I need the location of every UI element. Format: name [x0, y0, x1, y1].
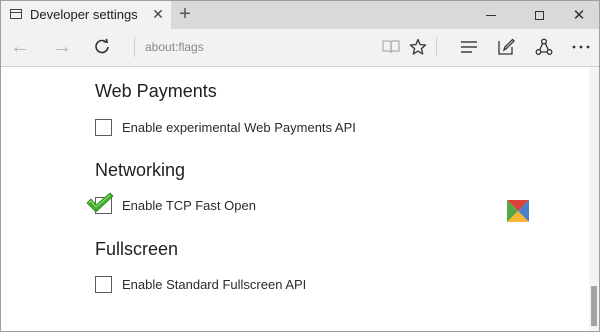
- close-button[interactable]: ✕: [557, 1, 599, 29]
- more-icon: [572, 45, 590, 49]
- new-tab-icon[interactable]: +: [177, 4, 193, 24]
- share-icon: [535, 38, 553, 55]
- hub-button[interactable]: [456, 34, 482, 60]
- web-note-button[interactable]: [493, 34, 519, 60]
- vertical-scrollbar[interactable]: [589, 67, 599, 331]
- checkbox-fullscreen[interactable]: [95, 276, 112, 293]
- refresh-button[interactable]: [89, 34, 115, 60]
- back-button[interactable]: ←: [7, 34, 33, 60]
- green-checkmark-icon: [86, 192, 114, 213]
- maximize-icon: [534, 10, 544, 20]
- tab-page-icon: [10, 9, 22, 19]
- flag-label-tcp-fast-open: Enable TCP Fast Open: [122, 198, 256, 213]
- address-bar[interactable]: about:flags: [145, 40, 204, 54]
- forward-button[interactable]: →: [49, 34, 75, 60]
- section-title-networking: Networking: [95, 160, 186, 180]
- minimize-icon: [486, 14, 496, 16]
- close-icon: ✕: [572, 6, 586, 24]
- tab-developer-settings[interactable]: Developer settings ✕: [1, 1, 171, 29]
- reading-view-button[interactable]: [378, 34, 404, 60]
- tab-title: Developer settings: [30, 7, 138, 22]
- address-separator: [134, 37, 135, 57]
- flag-label-fullscreen: Enable Standard Fullscreen API: [122, 277, 307, 292]
- hub-icon: [461, 41, 477, 53]
- reading-view-icon: [382, 40, 400, 54]
- more-button[interactable]: [568, 34, 594, 60]
- maximize-button[interactable]: [517, 1, 561, 29]
- scrollbar-thumb[interactable]: [591, 286, 597, 326]
- favorite-button[interactable]: [405, 34, 431, 60]
- back-arrow-icon: ←: [10, 36, 30, 58]
- colorful-logo-icon: [507, 200, 529, 222]
- flags-page: Web Payments Enable experimental Web Pay…: [1, 67, 589, 331]
- browser-window: Developer settings ✕ + ✕ ← → about:flags: [0, 0, 600, 332]
- minimize-button[interactable]: [469, 1, 513, 29]
- forward-arrow-icon: →: [52, 36, 72, 58]
- section-title-web-payments: Web Payments: [95, 81, 217, 101]
- web-note-icon: [498, 38, 515, 55]
- share-button[interactable]: [531, 34, 557, 60]
- title-bar: Developer settings ✕ + ✕: [1, 1, 599, 29]
- refresh-icon: [95, 38, 109, 54]
- section-title-fullscreen: Fullscreen: [95, 239, 179, 259]
- favorite-star-icon: [409, 38, 427, 55]
- toolbar-separator: [436, 37, 437, 57]
- flag-label-web-payments: Enable experimental Web Payments API: [122, 120, 356, 135]
- checkbox-web-payments[interactable]: [95, 119, 112, 136]
- tab-close-icon[interactable]: ✕: [151, 6, 165, 22]
- navigation-toolbar: ← → about:flags: [1, 29, 599, 67]
